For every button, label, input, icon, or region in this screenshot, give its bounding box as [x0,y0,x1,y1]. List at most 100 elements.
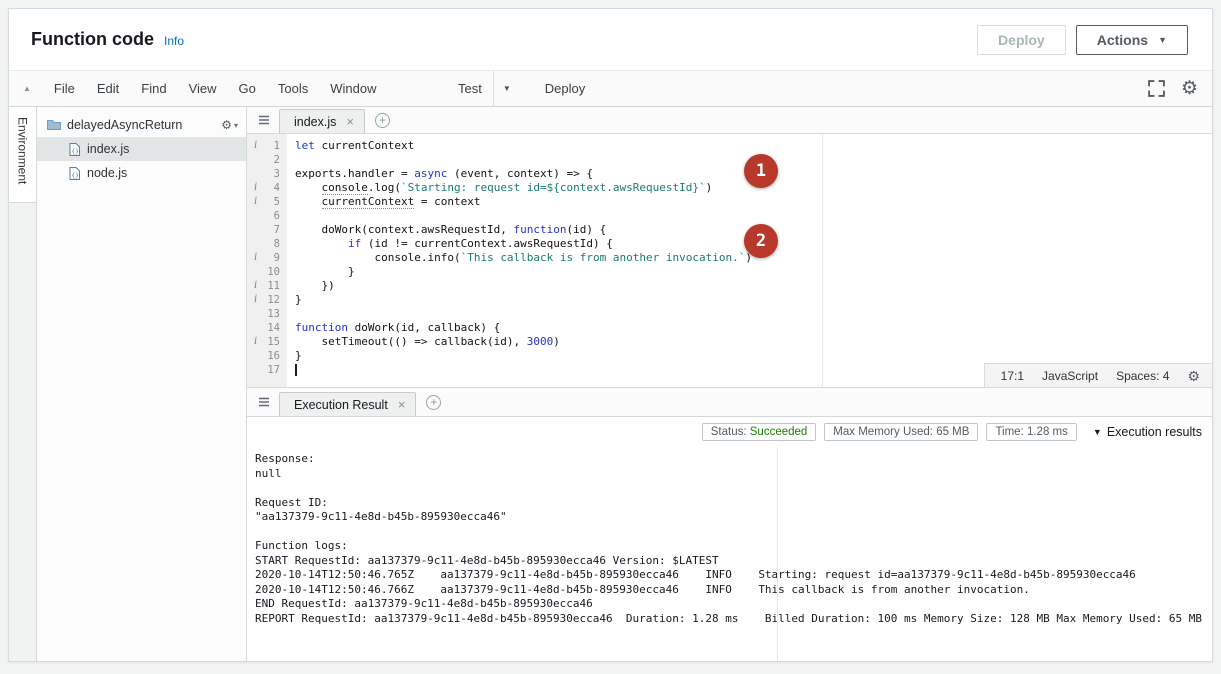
gutter-line-8[interactable]: 8 [247,237,287,251]
fullscreen-icon[interactable] [1148,80,1165,97]
test-dropdown-caret-icon[interactable]: ▼ [493,71,520,106]
gear-icon: ⚙ [221,119,232,131]
menu-deploy[interactable]: Deploy [534,71,596,106]
svg-text:{}: {} [71,171,79,179]
gutter-line-6[interactable]: 6 [247,209,287,223]
tab-list-icon[interactable] [257,113,271,127]
line-number: 9 [274,251,280,265]
ide-region: Environment delayedAsyncReturn⚙▾{}index.… [9,107,1212,661]
gutter-line-17[interactable]: 17 [247,363,287,377]
cursor-position[interactable]: 17:1 [1001,369,1024,383]
gutter-line-3[interactable]: 3 [247,167,287,181]
menu-items: FileEditFindViewGoToolsWindow [43,71,388,106]
tree-item-root-folder[interactable]: delayedAsyncReturn⚙▾ [37,113,246,137]
menu-center-group: Test ▼ Deploy [447,71,596,106]
line-number: 16 [267,349,280,363]
gutter-line-4[interactable]: i4 [247,181,287,195]
gutter-line-7[interactable]: 7 [247,223,287,237]
line-number: 14 [267,321,280,335]
close-result-tab-icon[interactable]: × [398,397,406,412]
annotation-info-icon: i [254,251,257,265]
code-line-12[interactable]: i12} [247,293,1212,307]
badge-pills: Status: SucceededMax Memory Used: 65 MBT… [702,423,1077,441]
language-mode[interactable]: JavaScript [1042,369,1098,383]
menu-edit[interactable]: Edit [86,71,130,106]
print-margin-line [822,134,823,387]
gutter-line-15[interactable]: i15 [247,335,287,349]
line-number: 8 [274,237,280,251]
gutter-line-14[interactable]: 14 [247,321,287,335]
editor-tabbar: index.js × + [247,107,1212,134]
code-line-5[interactable]: i5 currentContext = context [247,195,1212,209]
tree-item-index-js[interactable]: {}index.js [37,137,246,161]
code-line-9[interactable]: i9 console.info(`This callback is from a… [247,251,1212,265]
environment-strip: Environment [9,107,37,661]
gutter-line-13[interactable]: 13 [247,307,287,321]
line-number: 11 [267,279,280,293]
code-editor[interactable]: i1let currentContext23exports.handler = … [247,134,1212,387]
code-line-14[interactable]: 14function doWork(id, callback) { [247,321,1212,335]
code-line-8[interactable]: 8 if (id != currentContext.awsRequestId)… [247,237,1212,251]
time-badge: Time: 1.28 ms [986,423,1076,441]
code-line-10[interactable]: 10 } [247,265,1212,279]
results-tabbar: Execution Result × + [247,387,1212,417]
menu-file[interactable]: File [43,71,86,106]
annotation-info-icon: i [254,335,257,349]
editor-statusbar: 17:1 JavaScript Spaces: 4 ⚙ [984,363,1212,387]
gutter-line-9[interactable]: i9 [247,251,287,265]
menu-window[interactable]: Window [319,71,387,106]
close-tab-icon[interactable]: × [346,114,354,129]
execution-results-toggle[interactable]: ▼ Execution results [1093,425,1202,439]
gutter-line-1[interactable]: i1 [247,139,287,153]
editor-main: index.js × + i1let currentContext23expor… [247,107,1212,661]
indent-setting[interactable]: Spaces: 4 [1116,369,1169,383]
gutter-line-5[interactable]: i5 [247,195,287,209]
deploy-button[interactable]: Deploy [977,25,1066,55]
code-line-1[interactable]: i1let currentContext [247,139,1212,153]
annotation-info-icon: i [254,181,257,195]
collapse-panel-icon[interactable]: ▲ [9,84,43,93]
code-line-15[interactable]: i15 setTimeout(() => callback(id), 3000) [247,335,1212,349]
environment-tab-label: Environment [16,117,30,202]
code-line-2[interactable]: 2 [247,153,1212,167]
new-tab-icon[interactable]: + [375,113,390,128]
tree-settings-gear-icon[interactable]: ⚙▾ [221,119,238,131]
code-line-3[interactable]: 3exports.handler = async (event, context… [247,167,1212,181]
preferences-gear-icon[interactable]: ⚙ [1181,79,1198,98]
actions-button[interactable]: Actions ▼ [1076,25,1188,55]
root-folder-name: delayedAsyncReturn [67,118,221,132]
tree-item-node-js[interactable]: {}node.js [37,161,246,185]
menu-view[interactable]: View [178,71,228,106]
gutter-line-12[interactable]: i12 [247,293,287,307]
gutter-line-10[interactable]: 10 [247,265,287,279]
line-number: 1 [274,139,280,153]
code-line-4[interactable]: i4 console.log(`Starting: request id=${c… [247,181,1212,195]
code-line-6[interactable]: 6 [247,209,1212,223]
actions-button-label: Actions [1097,32,1148,48]
card-header: Function code Info Deploy Actions ▼ [9,9,1212,71]
code-line-13[interactable]: 13 [247,307,1212,321]
caret-small-icon: ▾ [234,121,238,130]
environment-tab[interactable]: Environment [9,107,36,203]
gutter-line-11[interactable]: i11 [247,279,287,293]
line-number: 12 [267,293,280,307]
menu-go[interactable]: Go [228,71,267,106]
menu-test[interactable]: Test [447,71,493,106]
gutter-line-2[interactable]: 2 [247,153,287,167]
page-title: Function code [31,29,154,50]
code-line-7[interactable]: 7 doWork(context.awsRequestId, function(… [247,223,1212,237]
tab-index-js[interactable]: index.js × [279,109,365,133]
editor-settings-gear-icon[interactable]: ⚙ [1187,369,1200,383]
annotation-callout-2: 2 [744,224,778,258]
results-tab-list-icon[interactable] [257,395,271,409]
code-line-11[interactable]: i11 }) [247,279,1212,293]
line-number: 17 [267,363,280,377]
code-line-16[interactable]: 16} [247,349,1212,363]
execution-output-area: Response: null Request ID: "aa137379-9c1… [247,447,1212,661]
menu-tools[interactable]: Tools [267,71,319,106]
info-link[interactable]: Info [164,34,184,48]
gutter-line-16[interactable]: 16 [247,349,287,363]
new-result-tab-icon[interactable]: + [426,395,441,410]
menu-find[interactable]: Find [130,71,177,106]
tab-execution-result[interactable]: Execution Result × [279,392,416,416]
